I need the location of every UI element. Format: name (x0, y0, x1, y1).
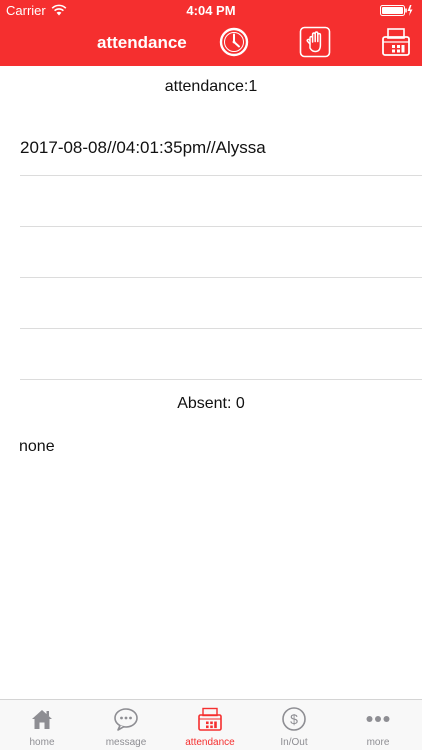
chat-bubble-icon (114, 708, 138, 731)
list-item[interactable] (20, 228, 422, 278)
status-time: 4:04 PM (186, 3, 236, 18)
scanner-icon (198, 707, 222, 731)
list-item[interactable]: 2017-08-08//04:01:35pm//Alyssa (20, 126, 422, 176)
list-item[interactable] (20, 330, 422, 380)
screen: Carrier 4:04 PM attendance attendance:1 … (0, 0, 422, 750)
tab-in-out[interactable]: $ In/Out (252, 700, 336, 750)
list-item[interactable] (20, 177, 422, 227)
battery-icon (380, 5, 413, 16)
more-dots-icon (366, 716, 390, 722)
tab-home[interactable]: home (0, 700, 84, 750)
scanner-icon[interactable] (380, 26, 412, 58)
header: Carrier 4:04 PM attendance (0, 0, 422, 66)
tab-attendance[interactable]: attendance (168, 700, 252, 750)
tab-label: more (366, 737, 390, 748)
attendance-record: 2017-08-08//04:01:35pm//Alyssa (20, 138, 266, 157)
status-bar: Carrier 4:04 PM (0, 0, 422, 20)
tab-message[interactable]: message (84, 700, 168, 750)
home-icon (32, 710, 52, 729)
absent-list-text: none (19, 438, 55, 455)
absent-count: Absent: 0 (177, 395, 245, 412)
dollar-coin-icon: $ (282, 707, 306, 731)
tab-bar: home message attendance $ In/Out more (0, 699, 422, 750)
clock-icon[interactable] (218, 26, 250, 58)
page-title: attendance (97, 33, 187, 52)
svg-text:$: $ (290, 711, 298, 727)
attendance-count: attendance:1 (164, 78, 258, 95)
tab-label: In/Out (280, 737, 308, 748)
tab-label: home (29, 737, 55, 748)
tab-label: attendance (185, 737, 235, 748)
hand-icon[interactable] (299, 26, 331, 58)
list-item[interactable] (20, 279, 422, 329)
tab-label: message (105, 737, 147, 748)
tab-more[interactable]: more (336, 700, 420, 750)
